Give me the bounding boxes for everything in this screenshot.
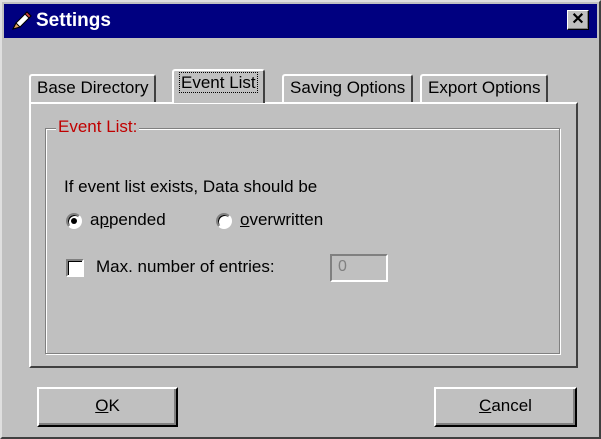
tab-export-options[interactable]: Export Options xyxy=(420,74,549,104)
tab-label: Base Directory xyxy=(37,78,149,97)
close-icon: ✕ xyxy=(571,11,585,28)
tab-saving-options[interactable]: Saving Options xyxy=(282,74,414,104)
group-label: Event List: xyxy=(56,117,140,137)
tab-label: Export Options xyxy=(428,78,541,97)
radio-overwritten-label[interactable]: overwritten xyxy=(240,210,323,230)
ok-button[interactable]: OK xyxy=(37,387,178,427)
title-bar[interactable]: Settings ✕ xyxy=(4,4,597,38)
pencil-settings-icon xyxy=(12,11,32,30)
radio-appended[interactable] xyxy=(66,213,82,229)
tab-label: Event List xyxy=(179,72,258,93)
window-title: Settings xyxy=(36,10,111,31)
close-button[interactable]: ✕ xyxy=(567,10,589,30)
tab-label: Saving Options xyxy=(290,78,406,97)
prompt-text: If event list exists, Data should be xyxy=(64,177,318,196)
tab-panel-event-list: Event List: If event list exists, Data s… xyxy=(29,102,578,368)
max-entries-label: Max. number of entries: xyxy=(96,257,275,276)
radio-appended-label[interactable]: appended xyxy=(90,210,166,230)
radio-overwritten[interactable] xyxy=(216,213,232,229)
radio-selected-dot xyxy=(71,218,77,224)
cancel-button[interactable]: Cancel xyxy=(434,387,577,427)
max-entries-input[interactable]: 0 xyxy=(330,254,388,282)
tab-base-directory[interactable]: Base Directory xyxy=(29,74,157,104)
max-entries-checkbox[interactable] xyxy=(66,259,84,277)
event-list-groupbox: Event List: If event list exists, Data s… xyxy=(45,117,560,354)
settings-dialog: Settings ✕ Base Directory Event List Sav… xyxy=(0,0,601,439)
tab-event-list[interactable]: Event List xyxy=(172,69,265,103)
